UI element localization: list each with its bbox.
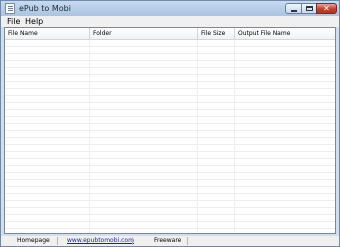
minimize-icon [290,9,297,12]
list-header: File Name Folder File Size Output File N… [5,28,335,40]
status-bar: Homepage www.epubtomobi.com Freeware [1,236,339,246]
app-window: ePub to Mobi ✕ File Help File Name Folde… [0,0,340,247]
close-button[interactable]: ✕ [316,3,337,14]
list-rows[interactable] [5,40,335,233]
minimize-button[interactable] [285,3,302,14]
file-list[interactable]: File Name Folder File Size Output File N… [4,27,336,234]
window-title: ePub to Mobi [19,4,71,13]
menu-help[interactable]: Help [23,16,45,27]
column-output-file-name[interactable]: Output File Name [235,28,335,39]
app-icon[interactable] [5,3,15,14]
column-file-name[interactable]: File Name [5,28,90,39]
column-divider [197,40,198,233]
homepage-link[interactable]: www.epubtomobi.com [67,236,134,246]
column-divider [89,40,90,233]
column-folder[interactable]: Folder [90,28,198,39]
menu-file[interactable]: File [5,16,22,27]
status-separator [132,237,133,245]
column-divider [234,40,235,233]
column-file-size[interactable]: File Size [198,28,235,39]
status-separator [57,237,58,245]
maximize-button[interactable] [301,3,317,14]
license-label: Freeware [154,237,182,244]
homepage-label: Homepage [17,237,50,244]
status-separator [187,237,188,245]
title-bar[interactable]: ePub to Mobi ✕ [1,1,339,17]
close-icon: ✕ [323,3,330,13]
maximize-icon [305,6,313,11]
menu-bar: File Help [1,16,339,27]
